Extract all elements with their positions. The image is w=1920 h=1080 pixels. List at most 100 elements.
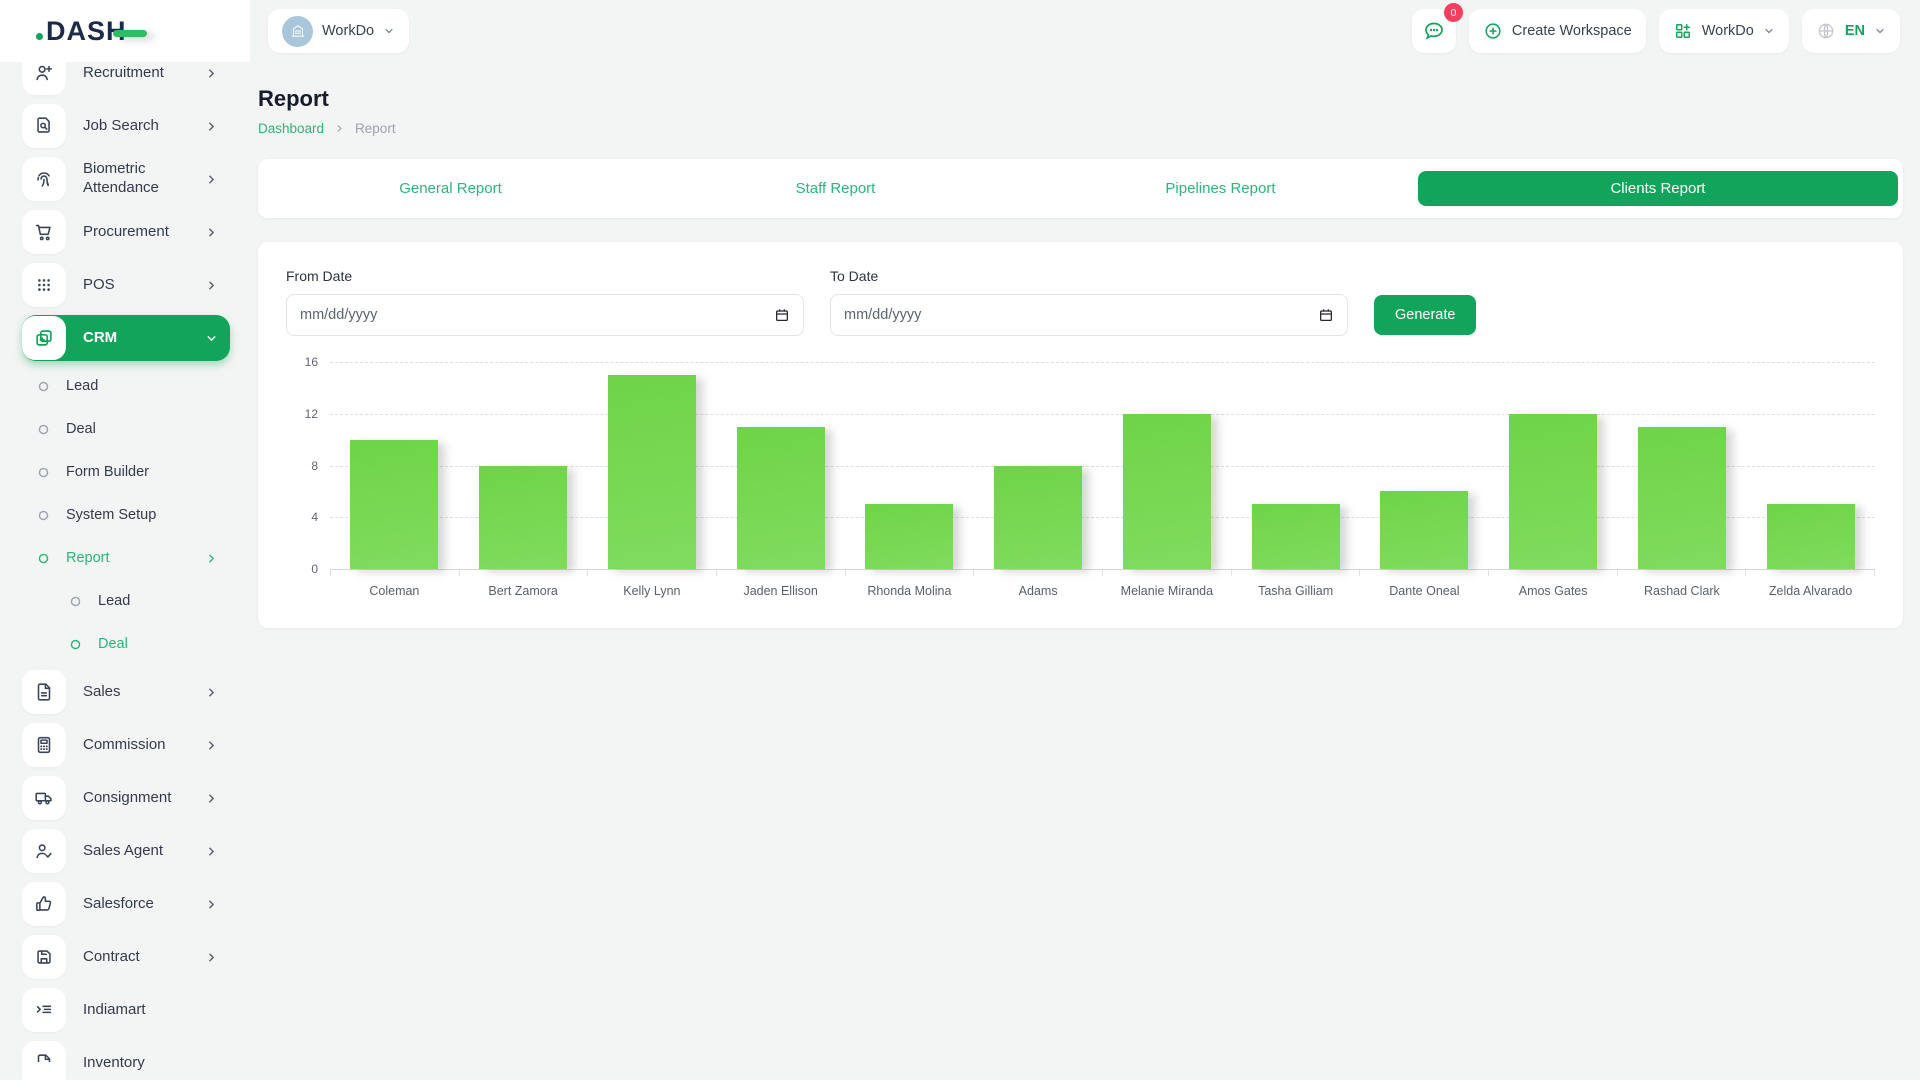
chevron-right-icon bbox=[334, 123, 345, 134]
breadcrumb-current: Report bbox=[355, 121, 396, 136]
circle-icon bbox=[38, 467, 49, 478]
bar-bert-zamora[interactable] bbox=[479, 466, 567, 570]
sidebar-item-partial bbox=[22, 1062, 66, 1080]
x-axis-tick bbox=[588, 569, 717, 576]
top-header: DASH WorkDo 0 Create Workspac bbox=[0, 0, 1920, 62]
sidebar-item-label: Sales Agent bbox=[83, 842, 163, 861]
bar-jaden-ellison[interactable] bbox=[737, 427, 825, 569]
language-code: EN bbox=[1845, 23, 1865, 39]
chevron-down-icon bbox=[1763, 25, 1775, 37]
bar-slot bbox=[330, 440, 459, 569]
notifications-button[interactable]: 0 bbox=[1412, 9, 1456, 53]
sidebar-item-lead[interactable]: Lead bbox=[22, 368, 230, 404]
building-icon bbox=[282, 16, 313, 47]
create-workspace-button[interactable]: Create Workspace bbox=[1469, 9, 1646, 53]
x-tick-label: Dante Oneal bbox=[1360, 584, 1489, 598]
circle-icon bbox=[38, 424, 49, 435]
bar-zelda-alvarado[interactable] bbox=[1767, 504, 1855, 569]
bar-adams[interactable] bbox=[994, 466, 1082, 570]
sidebar-item-form-builder[interactable]: Form Builder bbox=[22, 454, 230, 490]
sidebar-item-deal[interactable]: Deal bbox=[22, 411, 230, 447]
list-arrow-icon bbox=[22, 988, 66, 1032]
bar-rhonda-molina[interactable] bbox=[865, 504, 953, 569]
sidebar-item-sales[interactable]: Sales bbox=[22, 669, 230, 715]
sidebar-item-procurement[interactable]: Procurement bbox=[22, 209, 230, 255]
circle-icon bbox=[38, 381, 49, 392]
circle-icon bbox=[38, 553, 49, 564]
bar-melanie-miranda[interactable] bbox=[1123, 414, 1211, 569]
bar-slot bbox=[716, 427, 845, 569]
workspace-pill[interactable]: WorkDo bbox=[268, 9, 409, 53]
sidebar-item-biometric-attendance[interactable]: Biometric Attendance bbox=[22, 156, 230, 202]
fingerprint-icon bbox=[22, 157, 66, 201]
chevron-right-icon bbox=[205, 845, 218, 858]
chat-bubble-icon bbox=[1422, 19, 1446, 43]
to-date-input[interactable]: mm/dd/yyyy bbox=[830, 294, 1348, 336]
sidebar-item-label: Job Search bbox=[83, 117, 159, 136]
bar-slot bbox=[845, 504, 974, 569]
gridline-0 bbox=[330, 569, 1875, 570]
x-axis-tick bbox=[1232, 569, 1361, 576]
x-tick-label: Tasha Gilliam bbox=[1231, 584, 1360, 598]
circle-icon bbox=[70, 596, 81, 607]
sidebar-item-job-search[interactable]: Job Search bbox=[22, 103, 230, 149]
sidebar-item-report[interactable]: Report bbox=[22, 540, 230, 576]
sidebar-item-label: Consignment bbox=[83, 789, 171, 808]
language-selector[interactable]: EN bbox=[1802, 9, 1900, 53]
breadcrumb-dashboard-link[interactable]: Dashboard bbox=[258, 121, 324, 136]
report-tabs: General ReportStaff ReportPipelines Repo… bbox=[258, 159, 1903, 218]
bar-kelly-lynn[interactable] bbox=[608, 375, 696, 569]
chevron-right-icon bbox=[205, 173, 218, 186]
sidebar-item-lead[interactable]: Lead bbox=[22, 583, 230, 619]
chevron-right-icon bbox=[205, 898, 218, 911]
truck-icon bbox=[22, 776, 66, 820]
sidebar-item-commission[interactable]: Commission bbox=[22, 722, 230, 768]
sidebar-item-crm[interactable]: CRM bbox=[22, 315, 230, 361]
tab-pipelines-report[interactable]: Pipelines Report bbox=[1028, 159, 1413, 218]
sidebar-item-sales-agent[interactable]: Sales Agent bbox=[22, 828, 230, 874]
generate-button[interactable]: Generate bbox=[1374, 295, 1476, 335]
tab-staff-report[interactable]: Staff Report bbox=[643, 159, 1028, 218]
chevron-right-icon bbox=[205, 552, 218, 565]
chevron-right-icon bbox=[205, 67, 218, 80]
account-switcher[interactable]: WorkDo bbox=[1659, 9, 1789, 53]
x-axis-tick bbox=[1360, 569, 1489, 576]
from-date-group: From Date mm/dd/yyyy bbox=[286, 268, 804, 336]
tab-clients-report[interactable]: Clients Report bbox=[1418, 171, 1898, 206]
sidebar-item-label: Commission bbox=[83, 736, 166, 755]
calendar-icon[interactable] bbox=[1318, 307, 1334, 323]
bar-slot bbox=[588, 375, 717, 569]
app-logo[interactable]: DASH bbox=[46, 16, 147, 47]
x-tick-label: Zelda Alvarado bbox=[1746, 584, 1875, 598]
sidebar-item-consignment[interactable]: Consignment bbox=[22, 775, 230, 821]
sidebar-item-indiamart[interactable]: Indiamart bbox=[22, 987, 230, 1033]
chevron-down-icon bbox=[1874, 25, 1886, 37]
sidebar-item-salesforce[interactable]: Salesforce bbox=[22, 881, 230, 927]
x-tick-label: Jaden Ellison bbox=[716, 584, 845, 598]
sidebar-item-contract[interactable]: Contract bbox=[22, 934, 230, 980]
x-axis-tick bbox=[974, 569, 1103, 576]
tab-general-report[interactable]: General Report bbox=[258, 159, 643, 218]
y-tick-label: 16 bbox=[305, 355, 318, 369]
circle-icon bbox=[38, 510, 49, 521]
sidebar-item-system-setup[interactable]: System Setup bbox=[22, 497, 230, 533]
chevron-right-icon bbox=[205, 279, 218, 292]
from-date-input[interactable]: mm/dd/yyyy bbox=[286, 294, 804, 336]
calendar-icon[interactable] bbox=[774, 307, 790, 323]
sidebar-item-label: Salesforce bbox=[83, 895, 154, 914]
bar-amos-gates[interactable] bbox=[1509, 414, 1597, 569]
bar-slot bbox=[1360, 491, 1489, 569]
bar-rashad-clark[interactable] bbox=[1638, 427, 1726, 569]
sidebar-item-pos[interactable]: POS bbox=[22, 262, 230, 308]
document-search-icon bbox=[22, 104, 66, 148]
bar-slot bbox=[1746, 504, 1875, 569]
bar-slot bbox=[1489, 414, 1618, 569]
bar-dante-oneal[interactable] bbox=[1380, 491, 1468, 569]
bar-coleman[interactable] bbox=[350, 440, 438, 569]
sidebar-item-deal[interactable]: Deal bbox=[22, 626, 230, 662]
sidebar-item-label: Indiamart bbox=[83, 1001, 146, 1020]
sidebar-item-recruitment[interactable]: Recruitment bbox=[22, 62, 230, 96]
bar-tasha-gilliam[interactable] bbox=[1252, 504, 1340, 569]
calculator-icon bbox=[22, 723, 66, 767]
chevron-right-icon bbox=[205, 792, 218, 805]
